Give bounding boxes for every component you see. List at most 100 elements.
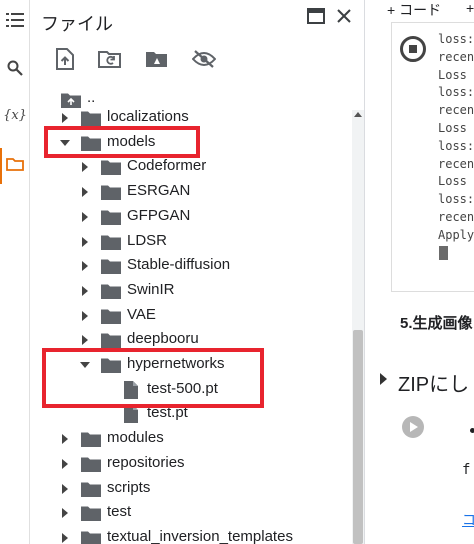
chevron-right-icon[interactable] bbox=[79, 334, 91, 346]
link-fragment[interactable]: コ bbox=[462, 510, 474, 530]
chevron-right-icon[interactable] bbox=[59, 112, 71, 124]
output-line: loss: bbox=[438, 192, 474, 207]
chevron-right-icon[interactable] bbox=[79, 161, 91, 173]
folder-icon bbox=[101, 357, 121, 373]
add-code-button[interactable]: + コード bbox=[387, 0, 441, 20]
notebook-toolbar: + コード + bbox=[366, 0, 474, 20]
output-line: recen bbox=[438, 103, 474, 118]
chevron-down-icon[interactable] bbox=[59, 137, 71, 149]
folder-row-ldsr[interactable]: LDSR bbox=[31, 230, 351, 254]
chevron-right-icon[interactable] bbox=[79, 186, 91, 198]
folder-icon bbox=[81, 456, 101, 472]
folder-icon bbox=[81, 110, 101, 126]
folder-row-codeformer[interactable]: Codeformer bbox=[31, 155, 351, 179]
panel-title: ファイル bbox=[41, 14, 113, 35]
folder-label: models bbox=[107, 132, 156, 150]
file-icon bbox=[124, 405, 144, 424]
folder-icon bbox=[101, 332, 121, 349]
output-line: recen bbox=[438, 49, 474, 64]
folder-row-deepbooru[interactable]: deepbooru bbox=[31, 328, 351, 352]
output-line: Loss bbox=[438, 121, 467, 135]
folder-label: VAE bbox=[127, 305, 156, 323]
folder-row-hypernetworks[interactable]: hypernetworks bbox=[31, 353, 351, 377]
folder-label: SwinIR bbox=[127, 280, 175, 298]
scroll-thumb[interactable] bbox=[353, 330, 363, 544]
output-line: Apply bbox=[438, 227, 474, 242]
parent-directory-label: .. bbox=[87, 89, 96, 106]
folder-row-vae[interactable]: VAE bbox=[31, 304, 351, 328]
scroll-up-arrow-icon[interactable] bbox=[354, 112, 362, 117]
folder-icon bbox=[81, 505, 101, 522]
folder-icon bbox=[101, 159, 121, 176]
folder-row-modules[interactable]: modules bbox=[31, 427, 351, 451]
file-icon bbox=[124, 380, 144, 399]
folder-row-textual-inversion-templates[interactable]: textual_inversion_templates bbox=[31, 526, 351, 544]
chevron-right-icon[interactable] bbox=[79, 260, 91, 272]
upload-file-icon[interactable] bbox=[52, 46, 78, 72]
folder-row-models[interactable]: models bbox=[31, 131, 351, 155]
chevron-right-icon[interactable] bbox=[79, 211, 91, 223]
collapse-caret-icon[interactable] bbox=[380, 373, 387, 385]
folder-row-localizations[interactable]: localizations bbox=[31, 106, 351, 130]
stop-execution-icon[interactable] bbox=[400, 36, 426, 62]
maximize-icon[interactable] bbox=[305, 5, 327, 27]
folder-icon bbox=[81, 530, 101, 544]
notebook-area: + コード + loss: recen Loss loss: recen Loss loss… bbox=[366, 0, 474, 544]
output-line: loss: bbox=[438, 32, 474, 46]
search-icon[interactable] bbox=[3, 56, 27, 80]
folder-icon bbox=[101, 234, 121, 250]
folder-label: ESRGAN bbox=[127, 182, 191, 200]
folder-label: scripts bbox=[107, 478, 151, 496]
folder-icon bbox=[81, 135, 101, 151]
folder-row-test[interactable]: test bbox=[31, 501, 351, 525]
activity-rail: {x} bbox=[0, 0, 30, 544]
chevron-right-icon[interactable] bbox=[79, 236, 91, 248]
toc-icon[interactable] bbox=[3, 8, 27, 32]
chevron-right-icon[interactable] bbox=[59, 532, 71, 544]
chevron-right-icon[interactable] bbox=[59, 458, 71, 470]
folder-icon bbox=[81, 481, 101, 497]
folder-row-stable-diffusion[interactable]: Stable-diffusion bbox=[31, 254, 351, 278]
output-line: Loss bbox=[438, 174, 467, 189]
chevron-right-icon[interactable] bbox=[59, 507, 71, 519]
folder-row-esrgan[interactable]: ESRGAN bbox=[31, 180, 351, 204]
folder-label: Codeformer bbox=[127, 157, 207, 175]
hide-files-icon[interactable] bbox=[191, 46, 217, 72]
mount-drive-icon[interactable] bbox=[144, 46, 170, 72]
folder-icon bbox=[101, 308, 121, 324]
file-row-test-pt[interactable]: test.pt bbox=[31, 402, 351, 426]
folder-label: hypernetworks bbox=[127, 355, 225, 372]
refresh-folder-icon[interactable] bbox=[97, 46, 123, 72]
file-row-test-500-pt[interactable]: test-500.pt bbox=[31, 378, 351, 402]
run-cell-icon[interactable] bbox=[402, 416, 424, 438]
add-text-button[interactable]: + bbox=[466, 0, 474, 16]
variables-icon[interactable]: {x} bbox=[3, 103, 27, 127]
output-line: recen bbox=[438, 156, 474, 171]
folder-icon bbox=[101, 258, 121, 275]
folder-label: deepbooru bbox=[127, 330, 199, 348]
chevron-right-icon[interactable] bbox=[59, 433, 71, 445]
folder-label: textual_inversion_templates bbox=[107, 527, 293, 544]
chevron-down-icon[interactable] bbox=[79, 359, 91, 371]
active-indicator bbox=[0, 148, 2, 184]
code-fragment: f bbox=[462, 462, 471, 478]
output-line: Loss bbox=[438, 67, 467, 82]
close-icon[interactable] bbox=[333, 5, 355, 27]
folder-label: test bbox=[107, 503, 132, 521]
files-panel: ファイル .. localizations models Codeformer ESRG… bbox=[31, 0, 365, 544]
folder-label: LDSR bbox=[127, 231, 168, 249]
output-line: loss: bbox=[438, 85, 474, 100]
folder-label: localizations bbox=[107, 108, 189, 125]
folder-row-swinir[interactable]: SwinIR bbox=[31, 279, 351, 303]
output-cursor bbox=[439, 246, 448, 260]
chevron-right-icon[interactable] bbox=[79, 310, 91, 322]
file-label: test-500.pt bbox=[147, 379, 218, 397]
chevron-right-icon[interactable] bbox=[59, 483, 71, 495]
folder-icon[interactable] bbox=[3, 152, 27, 176]
folder-row-repositories[interactable]: repositories bbox=[31, 452, 351, 476]
folder-row-gfpgan[interactable]: GFPGAN bbox=[31, 205, 351, 229]
section-title: 5.生成画像 bbox=[400, 315, 473, 332]
folder-row-scripts[interactable]: scripts bbox=[31, 477, 351, 501]
output-line: loss: bbox=[438, 138, 474, 153]
chevron-right-icon[interactable] bbox=[79, 285, 91, 297]
